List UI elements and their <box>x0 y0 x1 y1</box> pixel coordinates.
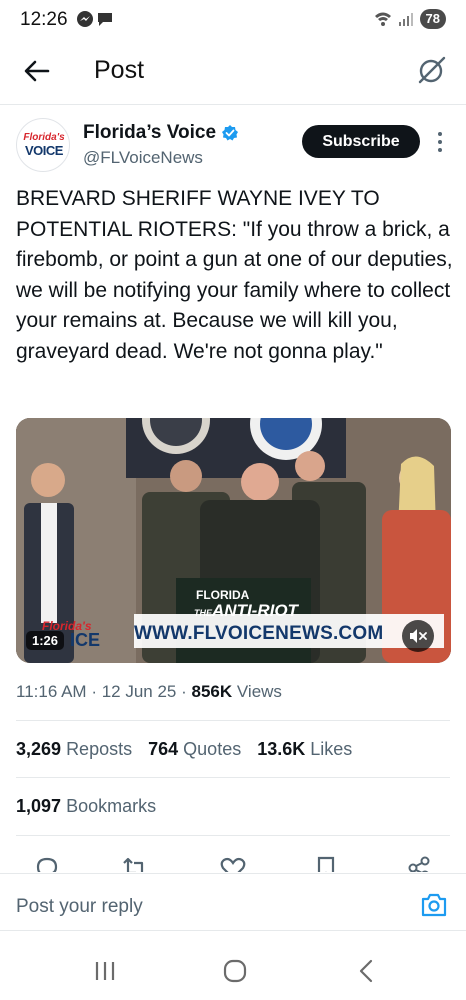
bookmarks-count: 1,097 <box>16 796 62 816</box>
likes-stat[interactable]: 13.6K Likes <box>257 739 352 760</box>
action-bar <box>0 850 466 872</box>
arrow-left-icon[interactable] <box>22 56 52 86</box>
reply-icon[interactable] <box>33 854 61 872</box>
meta-separator: · <box>91 682 102 701</box>
post-date: 12 Jun 25 <box>101 682 177 701</box>
video-duration: 1:26 <box>26 631 65 650</box>
reposts-count: 3,269 <box>16 739 62 759</box>
bookmarks-label: Bookmarks <box>66 796 157 816</box>
chat-bubble-icon <box>98 13 112 26</box>
mute-icon[interactable] <box>402 620 434 652</box>
podium-text: ANTI-RIOT <box>212 601 298 620</box>
post-stats: 3,269 Reposts 764 Quotes 13.6K Likes <box>16 739 352 760</box>
meta-separator: · <box>181 682 192 701</box>
quotes-count: 764 <box>148 739 179 759</box>
like-icon[interactable] <box>219 854 247 872</box>
home-icon[interactable] <box>222 958 248 984</box>
podium-text-line2: THEANTI-RIOT <box>194 601 298 621</box>
quotes-label: Quotes <box>183 739 242 759</box>
page-title: Post <box>94 56 145 84</box>
back-nav-icon[interactable] <box>354 958 380 984</box>
grok-icon[interactable] <box>416 54 448 86</box>
reposts-label: Reposts <box>66 739 133 759</box>
battery-indicator: 78 <box>419 9 446 29</box>
stats-divider <box>16 777 450 778</box>
repost-icon[interactable] <box>121 854 149 872</box>
quotes-stat[interactable]: 764 Quotes <box>148 739 241 760</box>
reposts-stat[interactable]: 3,269 Reposts <box>16 739 132 760</box>
views-count: 856K <box>191 682 233 701</box>
recent-apps-icon[interactable] <box>92 958 118 984</box>
bookmarks-divider <box>16 835 450 836</box>
share-icon[interactable] <box>405 854 433 872</box>
author-handle[interactable]: @FLVoiceNews <box>83 148 203 168</box>
subscribe-button[interactable]: Subscribe <box>302 125 420 158</box>
bookmarks-stat[interactable]: 1,097 Bookmarks <box>16 796 156 817</box>
system-nav-bar <box>0 940 466 1000</box>
avatar-logo: Florida's VOICE <box>19 131 69 157</box>
podium-the: THE <box>194 608 212 618</box>
post-author-row: Florida's VOICE Florida’s Voice @FLVoice… <box>16 118 456 174</box>
camera-icon[interactable] <box>420 892 448 918</box>
signal-icon <box>398 13 413 26</box>
status-bar: 12:26 78 <box>0 0 466 40</box>
banner-logo-line2: ICE <box>70 630 101 650</box>
author-name[interactable]: Florida’s Voice <box>83 122 216 144</box>
status-right: 78 <box>374 9 446 29</box>
wifi-icon <box>374 12 391 26</box>
header-divider <box>0 104 466 105</box>
more-options-icon[interactable] <box>430 128 450 156</box>
meta-divider <box>16 720 450 721</box>
post-video[interactable]: FLORIDA THEANTI-RIOT Florida's ICE WWW.F… <box>16 418 451 663</box>
post-text: BREVARD SHERIFF WAYNE IVEY TO POTENTIAL … <box>16 187 453 363</box>
post-meta: 11:16 AM · 12 Jun 25 · 856K Views <box>16 682 282 702</box>
reply-input[interactable]: Post your reply <box>16 896 143 918</box>
top-bar: Post <box>0 46 466 98</box>
avatar-logo-line2: VOICE <box>25 143 63 158</box>
likes-label: Likes <box>310 739 353 759</box>
bookmark-icon[interactable] <box>312 854 340 872</box>
status-time: 12:26 <box>20 9 68 30</box>
avatar[interactable]: Florida's VOICE <box>16 118 70 172</box>
podium-text-line1: FLORIDA <box>196 588 250 602</box>
reply-composer: Post your reply <box>0 873 466 931</box>
post-time: 11:16 AM <box>16 682 87 701</box>
author-name-wrap[interactable]: Florida’s Voice <box>83 122 239 144</box>
banner-url: WWW.FLVOICENEWS.COM <box>134 623 384 644</box>
messenger-icon <box>77 11 93 27</box>
verified-badge-icon <box>222 125 239 141</box>
views-label: Views <box>236 682 282 701</box>
likes-count: 13.6K <box>257 739 306 759</box>
